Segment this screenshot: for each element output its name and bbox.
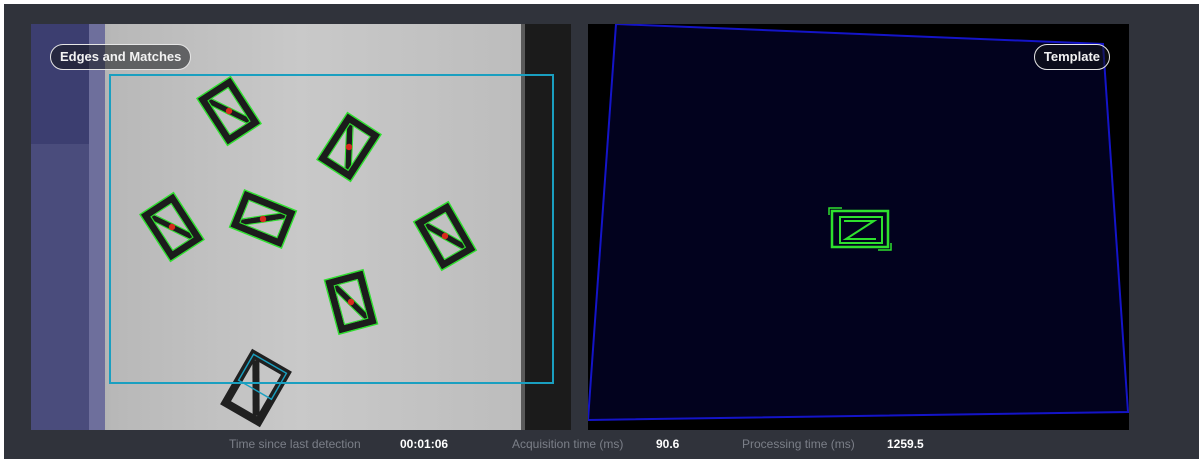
time-since-detection-value: 00:01:06 bbox=[400, 437, 449, 451]
app-frame: Edges and Matches Template Time since la… bbox=[0, 0, 1203, 463]
edges-and-matches-view[interactable]: Edges and Matches bbox=[31, 24, 571, 430]
detection-dashboard: Edges and Matches Template Time since la… bbox=[4, 4, 1199, 459]
template-image bbox=[588, 24, 1129, 430]
processing-time-value: 1259.5 bbox=[887, 437, 924, 451]
acquisition-time-value: 90.6 bbox=[656, 437, 680, 451]
time-since-detection-label: Time since last detection bbox=[229, 437, 361, 451]
template-view[interactable]: Template bbox=[588, 24, 1129, 430]
camera-image bbox=[31, 24, 571, 430]
acquisition-time-label: Acquisition time (ms) bbox=[512, 437, 624, 451]
processing-time-label: Processing time (ms) bbox=[742, 437, 855, 451]
template-label: Template bbox=[1033, 44, 1110, 70]
edges-and-matches-label: Edges and Matches bbox=[50, 44, 192, 70]
status-bar: Time since last detection 00:01:06 Acqui… bbox=[4, 433, 1199, 455]
